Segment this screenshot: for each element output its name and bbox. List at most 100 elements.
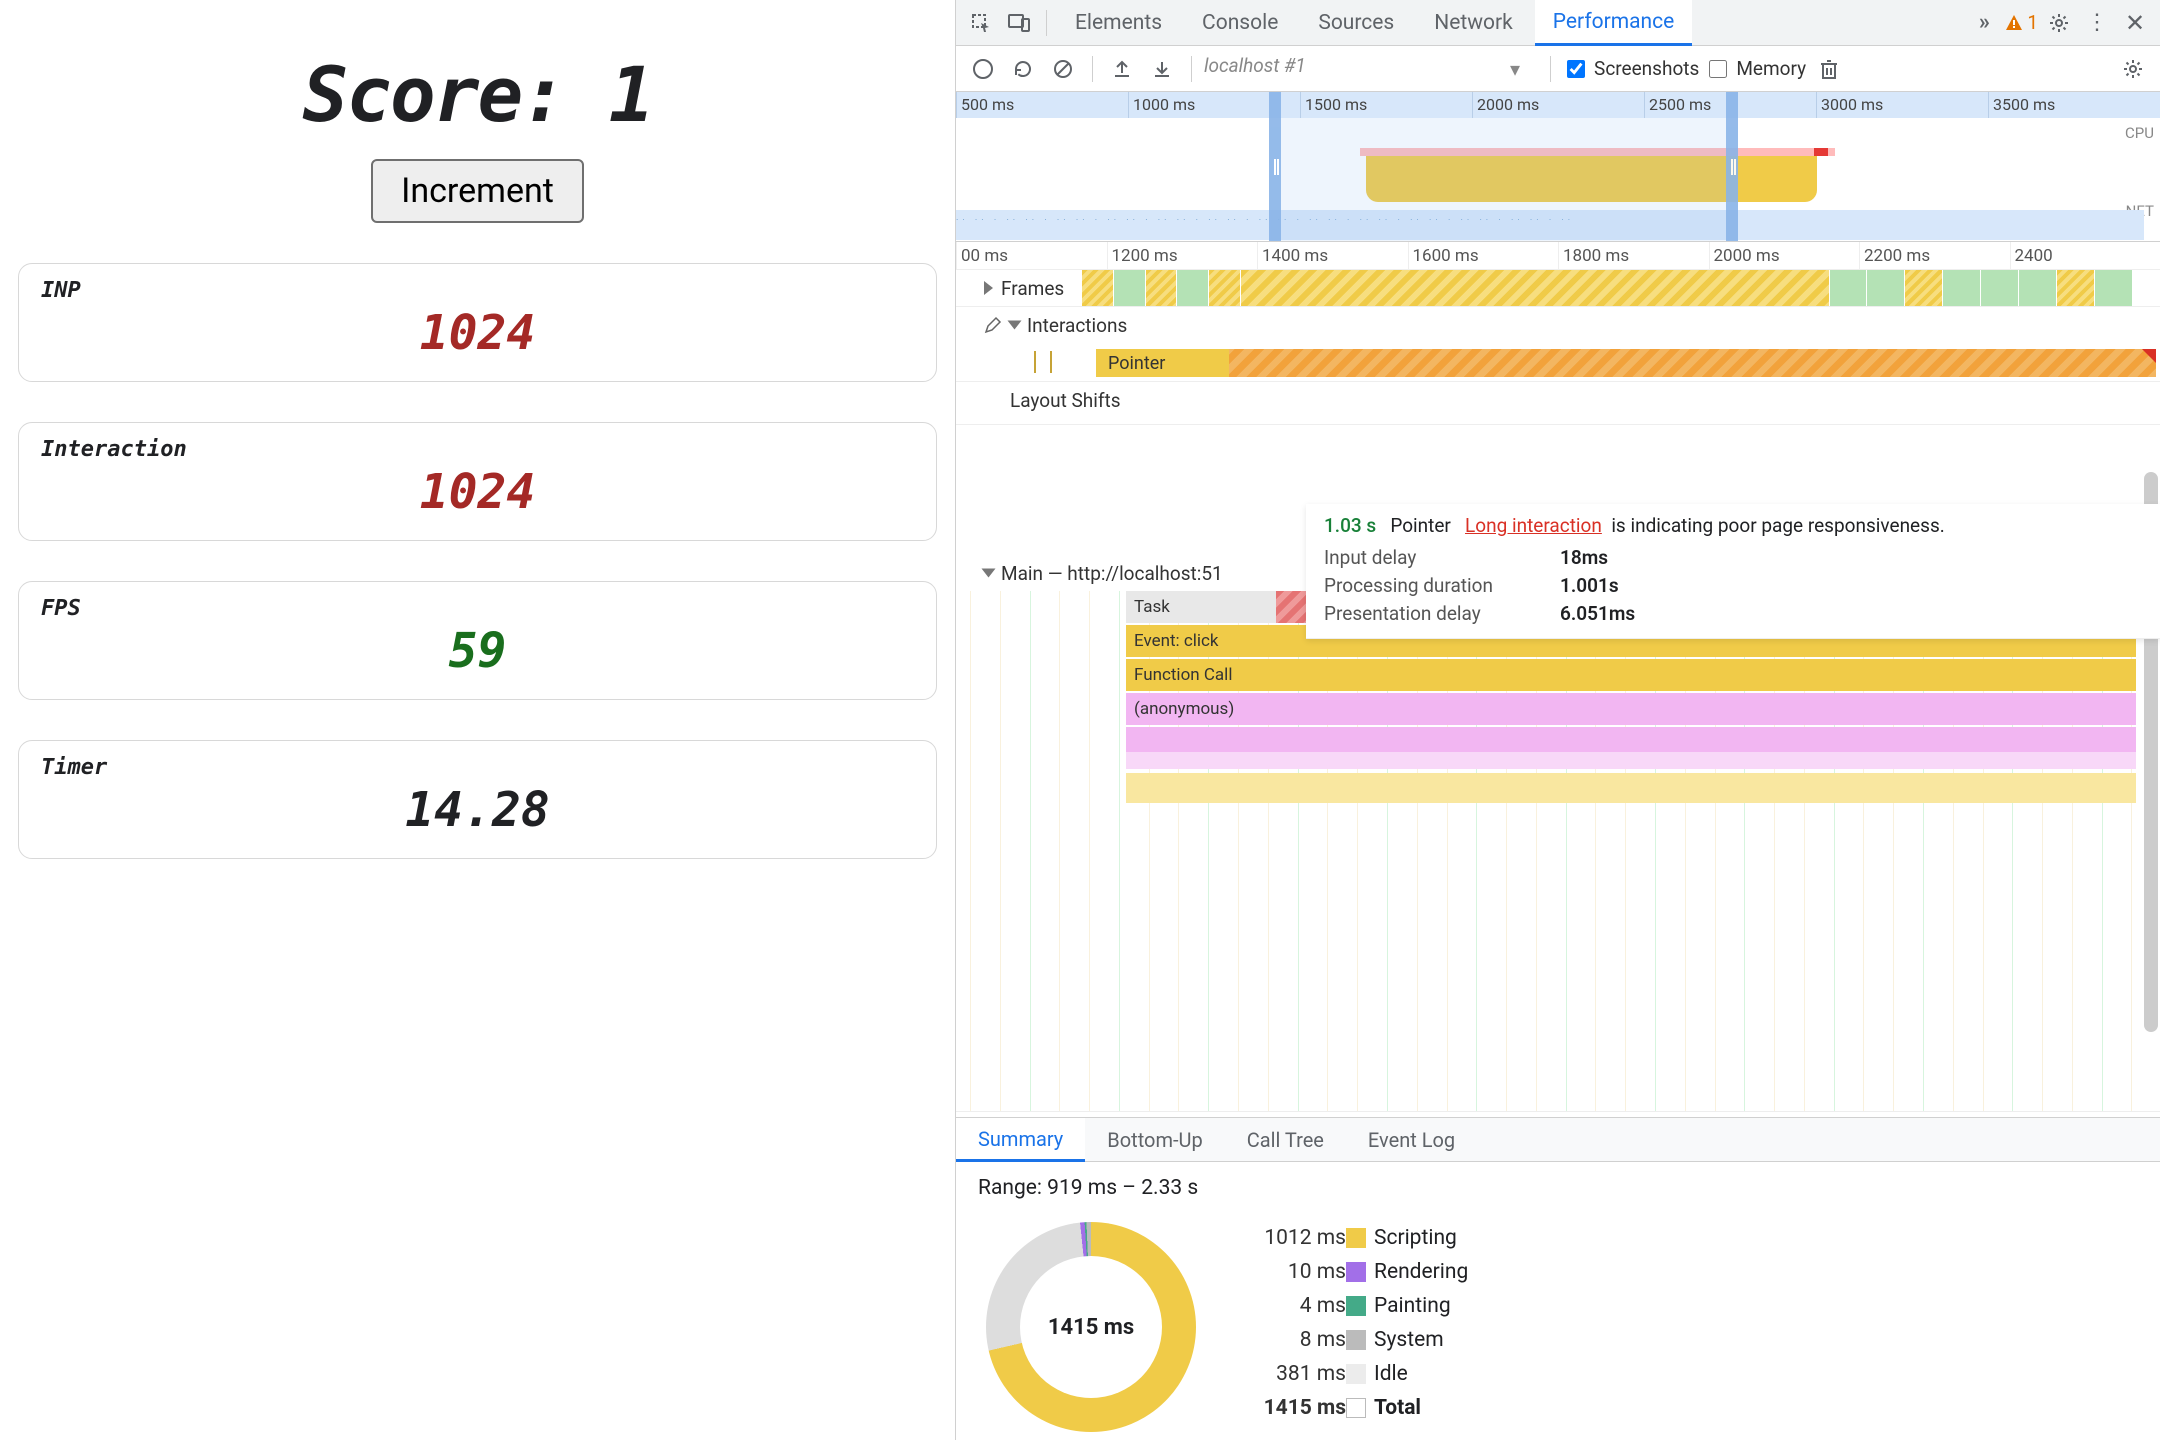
reload-record-button[interactable] xyxy=(1006,52,1040,86)
track-thread-pool[interactable]: Thread Pool xyxy=(956,1112,2160,1117)
flame-bar-function-call[interactable]: Function Call xyxy=(1126,659,2136,691)
clear-button[interactable] xyxy=(1046,52,1080,86)
screenshots-checkbox[interactable]: Screenshots xyxy=(1563,57,1699,81)
tab-event-log[interactable]: Event Log xyxy=(1346,1118,1477,1161)
ruler-tick: 1600 ms xyxy=(1408,242,1559,269)
chevron-down-icon[interactable]: ▾ xyxy=(1510,57,1520,81)
kebab-menu-icon[interactable]: ⋮ xyxy=(2080,6,2114,40)
ruler-tick: 2400 xyxy=(2010,242,2160,269)
tooltip-value: 6.051ms xyxy=(1560,600,1635,628)
tab-sources[interactable]: Sources xyxy=(1300,0,1412,46)
interaction-bar[interactable]: Pointer xyxy=(1096,349,2156,377)
overview-handle-left[interactable] xyxy=(1269,92,1281,241)
ruler-tick: 3500 ms xyxy=(1988,92,2160,118)
tab-elements[interactable]: Elements xyxy=(1057,0,1180,46)
swatch-scripting xyxy=(1346,1228,1366,1248)
legend-name: Scripting xyxy=(1374,1226,1468,1250)
device-toolbar-icon[interactable] xyxy=(1002,6,1036,40)
swatch-idle xyxy=(1346,1364,1366,1384)
record-button[interactable] xyxy=(966,52,1000,86)
disclose-icon[interactable] xyxy=(982,569,996,578)
flame-ruler: 00 ms 1200 ms 1400 ms 1600 ms 1800 ms 20… xyxy=(956,242,2160,270)
edit-icon xyxy=(984,316,1002,334)
legend-ms: 4 ms xyxy=(1236,1294,1346,1318)
inspect-icon[interactable] xyxy=(964,6,998,40)
memory-checkbox[interactable]: Memory xyxy=(1705,57,1806,81)
long-interaction-warning-icon xyxy=(2142,349,2156,377)
disclose-icon[interactable] xyxy=(984,281,993,295)
devtools-pane: Elements Console Sources Network Perform… xyxy=(955,0,2160,1440)
tab-performance[interactable]: Performance xyxy=(1535,0,1692,46)
flame-bar[interactable] xyxy=(1126,727,2136,769)
tooltip-value: 18ms xyxy=(1560,544,1608,572)
ruler-tick: 2200 ms xyxy=(1859,242,2010,269)
metric-label: Interaction xyxy=(41,437,914,462)
metric-value: 14.28 xyxy=(41,782,914,838)
checkbox-label: Memory xyxy=(1736,57,1806,80)
interaction-bar-label: Pointer xyxy=(1096,349,1229,377)
track-layout-shifts[interactable]: Layout Shifts xyxy=(956,382,2160,425)
track-label: Interactions xyxy=(1027,314,1127,337)
flame-bar-task[interactable]: Task xyxy=(1126,591,1276,623)
metric-card-interaction: Interaction 1024 xyxy=(18,422,937,541)
ruler-tick: 3000 ms xyxy=(1816,92,1988,118)
memory-checkbox-input[interactable] xyxy=(1709,60,1727,78)
app-pane: Score: 1 Increment INP 1024 Interaction … xyxy=(0,0,955,1440)
more-tabs-icon[interactable]: » xyxy=(1967,6,2001,40)
flame-chart[interactable]: 00 ms 1200 ms 1400 ms 1600 ms 1800 ms 20… xyxy=(956,242,2160,1118)
ruler-tick: 2000 ms xyxy=(1709,242,1860,269)
overview-cpu-label: CPU xyxy=(2125,122,2154,144)
disclose-icon[interactable] xyxy=(1008,321,1022,330)
capture-settings-icon[interactable] xyxy=(2116,52,2150,86)
upload-profile-button[interactable] xyxy=(1105,52,1139,86)
screenshots-checkbox-input[interactable] xyxy=(1567,60,1585,78)
increment-button[interactable]: Increment xyxy=(371,159,584,223)
performance-toolbar: localhost #1 ▾ Screenshots Memory xyxy=(956,46,2160,92)
devtools-tabstrip: Elements Console Sources Network Perform… xyxy=(956,0,2160,46)
issues-badge[interactable]: 1 xyxy=(2005,11,2038,34)
tab-network[interactable]: Network xyxy=(1416,0,1531,46)
tooltip-key: Presentation delay xyxy=(1324,600,1544,628)
donut-center-label: 1415 ms xyxy=(986,1222,1196,1432)
profile-select[interactable]: localhost #1 xyxy=(1204,54,1504,84)
long-interaction-link[interactable]: Long interaction xyxy=(1465,514,1602,537)
tooltip-value: 1.001s xyxy=(1560,572,1619,600)
swatch-system xyxy=(1346,1330,1366,1350)
summary-range: Range: 919 ms – 2.33 s xyxy=(978,1176,2138,1200)
legend-ms: 1415 ms xyxy=(1236,1396,1346,1420)
tab-summary[interactable]: Summary xyxy=(956,1118,1085,1162)
legend-ms: 8 ms xyxy=(1236,1328,1346,1352)
ruler-tick: 2000 ms xyxy=(1472,92,1644,118)
summary-pane: Range: 919 ms – 2.33 s 1415 ms 1012 msSc… xyxy=(956,1162,2160,1440)
track-label: Frames xyxy=(1001,277,1064,300)
tab-console[interactable]: Console xyxy=(1184,0,1296,46)
metric-card-fps: FPS 59 xyxy=(18,581,937,700)
ruler-tick: 1400 ms xyxy=(1257,242,1408,269)
metric-label: Timer xyxy=(41,755,914,780)
metric-card-inp: INP 1024 xyxy=(18,263,937,382)
timeline-overview[interactable]: 500 ms 1000 ms 1500 ms 2000 ms 2500 ms 3… xyxy=(956,92,2160,242)
metric-value: 1024 xyxy=(41,464,914,520)
ruler-tick: 00 ms xyxy=(956,242,1107,269)
tab-bottom-up[interactable]: Bottom-Up xyxy=(1085,1118,1224,1161)
metric-label: INP xyxy=(41,278,914,303)
ruler-tick: 1200 ms xyxy=(1107,242,1258,269)
tab-call-tree[interactable]: Call Tree xyxy=(1225,1118,1346,1161)
close-devtools-icon[interactable]: ✕ xyxy=(2118,6,2152,40)
flame-bar-anonymous[interactable]: (anonymous) xyxy=(1126,693,2136,725)
download-profile-button[interactable] xyxy=(1145,52,1179,86)
track-interactions[interactable]: Interactions Pointer xyxy=(956,307,2160,382)
summary-donut-chart: 1415 ms xyxy=(986,1222,1196,1432)
legend-name: System xyxy=(1374,1328,1468,1352)
metric-label: FPS xyxy=(41,596,914,621)
checkbox-label: Screenshots xyxy=(1594,57,1699,80)
overview-handle-right[interactable] xyxy=(1726,92,1738,241)
legend-ms: 10 ms xyxy=(1236,1260,1346,1284)
legend-name: Rendering xyxy=(1374,1260,1468,1284)
flame-bar[interactable] xyxy=(1126,773,2136,803)
settings-icon[interactable] xyxy=(2042,6,2076,40)
ruler-tick: 1500 ms xyxy=(1300,92,1472,118)
garbage-collect-button[interactable] xyxy=(1812,52,1846,86)
track-frames[interactable]: Frames xyxy=(956,270,2160,307)
overview-selection[interactable] xyxy=(1281,118,1726,241)
